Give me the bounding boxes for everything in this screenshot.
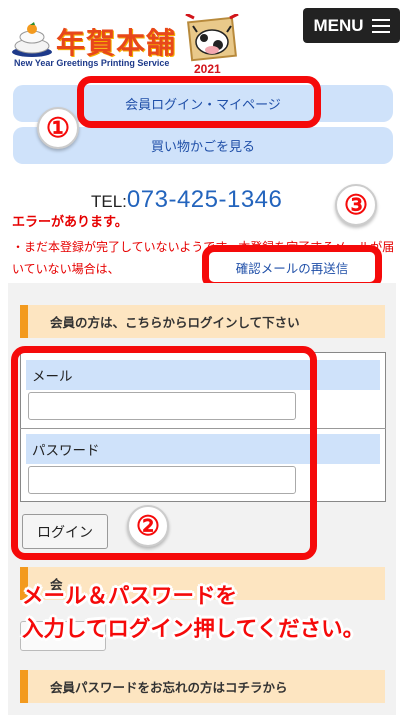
logo-subtitle: New Year Greetings Printing Service — [14, 58, 170, 68]
annotation-badge-3: ③ — [335, 184, 377, 226]
contact-phone[interactable]: TEL:073-425-1346 — [91, 186, 282, 214]
resend-link-label: 確認メールの再送信 — [235, 260, 349, 276]
tel-number: 073-425-1346 — [126, 186, 283, 213]
menu-label: MENU — [313, 15, 364, 35]
instruction-line-2: 入力してログイン押してください。 — [22, 617, 365, 642]
menu-button[interactable]: MENU — [303, 8, 400, 43]
tel-label: TEL: — [91, 192, 127, 211]
logo-title: 年賀本舗 — [56, 26, 177, 60]
cow-illustration-icon — [185, 14, 239, 62]
kagami-mochi-icon — [12, 22, 52, 57]
login-section-heading: 会員の方は、こちらからログインして下さい — [20, 305, 385, 338]
error-title: エラーがあります。 — [12, 215, 128, 230]
annotation-badge-2: ② — [127, 505, 169, 547]
instruction-line-1: メール＆パスワードを — [22, 584, 238, 609]
hamburger-icon — [371, 18, 390, 33]
view-cart-label: 買い物かごを見る — [150, 140, 255, 155]
annotation-badge-1: ① — [37, 107, 79, 149]
annotation-outline-login — [77, 76, 321, 128]
annotation-instruction: メール＆パスワードを 入力してログイン押してください。 — [22, 580, 364, 646]
logo-year: 2021 — [194, 62, 221, 76]
site-logo[interactable]: 年賀本舗 New Year Greetings Printing Service… — [10, 14, 240, 76]
forgot-password-link[interactable]: 会員パスワードをお忘れの方はコチラから — [20, 670, 385, 703]
